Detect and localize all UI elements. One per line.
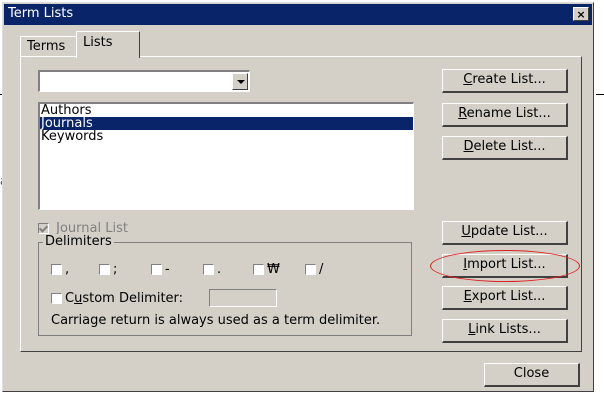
delimiter-option-won[interactable]: ₩ — [253, 262, 280, 277]
delimiter-option-slash[interactable]: / — [305, 262, 323, 277]
close-icon[interactable]: × — [573, 7, 589, 21]
checkbox-icon[interactable] — [51, 293, 62, 304]
delimiters-legend: Delimiters — [43, 234, 114, 249]
delimiters-group: Delimiters , ; - . ₩ / Custom Delimiter:… — [38, 234, 412, 336]
close-button[interactable]: Close — [484, 363, 580, 387]
rename-list-button[interactable]: Rename List... — [442, 103, 568, 127]
delete-list-button[interactable]: Delete List... — [442, 136, 568, 160]
lists-listbox[interactable]: Authors Journals Keywords — [38, 102, 414, 210]
delimiter-option-dash[interactable]: - — [151, 262, 170, 277]
list-item-authors[interactable]: Authors — [40, 104, 413, 117]
export-list-button[interactable]: Export List... — [442, 286, 568, 310]
checkbox-icon[interactable] — [253, 264, 264, 275]
delimiter-note: Carriage return is always used as a term… — [51, 313, 381, 328]
list-item-keywords[interactable]: Keywords — [40, 130, 413, 143]
custom-delimiter-checkbox[interactable]: Custom Delimiter: — [51, 291, 183, 306]
custom-delimiter-input[interactable] — [209, 289, 277, 307]
delimiter-option-semicolon[interactable]: ; — [99, 262, 117, 277]
checkbox-icon[interactable] — [203, 264, 214, 275]
title-bar: Term Lists × — [4, 4, 592, 25]
window-title: Term Lists — [8, 6, 74, 21]
delimiter-option-comma[interactable]: , — [51, 262, 69, 277]
tab-lists[interactable]: Lists — [76, 31, 140, 58]
list-select-dropdown[interactable] — [38, 70, 250, 92]
delimiter-option-period[interactable]: . — [203, 262, 221, 277]
checkbox-icon[interactable] — [51, 264, 62, 275]
checkbox-icon[interactable] — [305, 264, 316, 275]
checkbox-icon[interactable] — [151, 264, 162, 275]
chevron-down-icon[interactable] — [232, 73, 248, 90]
checkbox-icon[interactable] — [99, 264, 110, 275]
background-line — [596, 94, 604, 95]
link-lists-button[interactable]: Link Lists... — [442, 319, 568, 343]
checkbox-icon — [38, 223, 49, 234]
update-list-button[interactable]: Update List... — [442, 221, 568, 245]
create-list-button[interactable]: Create List... — [442, 69, 568, 93]
tab-terms[interactable]: Terms — [20, 36, 78, 57]
import-list-highlight-ring — [430, 250, 580, 282]
